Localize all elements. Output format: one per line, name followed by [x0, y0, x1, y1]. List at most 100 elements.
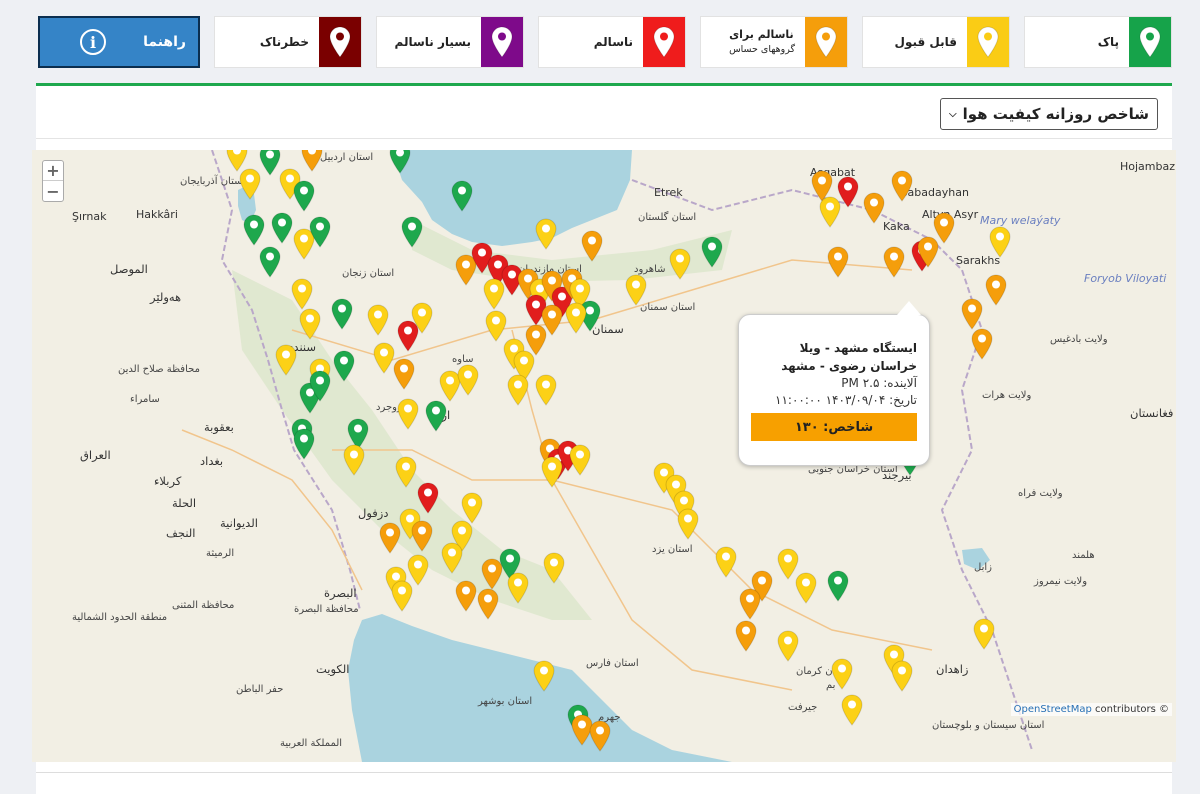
station-marker[interactable] — [275, 344, 297, 376]
station-marker[interactable] — [891, 660, 913, 692]
place-label: استان اردبیل — [320, 152, 374, 163]
station-marker[interactable] — [259, 150, 281, 176]
station-marker[interactable] — [343, 444, 365, 476]
air-quality-map[interactable]: Aşgabat Hojambaz Babadayhan Etrek Altyn Asyr… — [32, 150, 1176, 762]
station-marker[interactable] — [827, 570, 849, 602]
station-marker[interactable] — [543, 552, 565, 584]
legend-item: قابل قبول — [862, 16, 1010, 68]
station-marker[interactable] — [299, 308, 321, 340]
station-marker[interactable] — [973, 618, 995, 650]
station-marker[interactable] — [333, 350, 355, 382]
station-marker[interactable] — [677, 508, 699, 540]
station-marker[interactable] — [535, 374, 557, 406]
station-marker[interactable] — [331, 298, 353, 330]
station-marker[interactable] — [535, 218, 557, 250]
station-marker[interactable] — [259, 246, 281, 278]
station-marker[interactable] — [819, 196, 841, 228]
station-marker[interactable] — [441, 542, 463, 574]
station-marker[interactable] — [777, 630, 799, 662]
station-marker[interactable] — [533, 660, 555, 692]
osm-link[interactable]: OpenStreetMap — [1014, 704, 1092, 715]
station-marker[interactable] — [541, 456, 563, 488]
legend-item: پاک — [1024, 16, 1172, 68]
station-marker[interactable] — [715, 546, 737, 578]
station-marker[interactable] — [389, 150, 411, 174]
station-marker[interactable] — [795, 572, 817, 604]
place-label: محافظة البصرة — [294, 604, 359, 615]
station-marker[interactable] — [455, 580, 477, 612]
station-marker[interactable] — [291, 278, 313, 310]
station-marker[interactable] — [271, 212, 293, 244]
station-marker[interactable] — [457, 364, 479, 396]
station-marker[interactable] — [917, 236, 939, 268]
station-marker[interactable] — [411, 520, 433, 552]
place-label: استان بوشهر — [478, 696, 533, 707]
station-marker[interactable] — [961, 298, 983, 330]
place-label: استان زنجان — [342, 268, 395, 279]
station-marker[interactable] — [625, 274, 647, 306]
place-label: النجف — [166, 526, 196, 540]
station-marker[interactable] — [301, 150, 323, 172]
zoom-in-button[interactable]: + — [43, 161, 63, 181]
place-label: استان یزد — [652, 544, 693, 555]
station-marker[interactable] — [239, 168, 261, 200]
station-marker[interactable] — [483, 278, 505, 310]
station-marker[interactable] — [401, 216, 423, 248]
station-marker[interactable] — [379, 522, 401, 554]
attribution-text: contributors © — [1091, 704, 1169, 715]
station-marker[interactable] — [367, 304, 389, 336]
divider — [36, 138, 1172, 139]
station-marker[interactable] — [373, 342, 395, 374]
station-marker[interactable] — [569, 444, 591, 476]
station-marker[interactable] — [831, 658, 853, 690]
place-label: بغداد — [200, 454, 224, 468]
station-marker[interactable] — [391, 580, 413, 612]
station-marker[interactable] — [985, 274, 1007, 306]
legend-label: ناسالم برای گروههای حساس — [729, 17, 795, 67]
legend-label: ناسالم — [593, 35, 633, 49]
station-marker[interactable] — [841, 694, 863, 726]
station-marker[interactable] — [243, 214, 265, 246]
station-marker[interactable] — [293, 180, 315, 212]
station-marker[interactable] — [883, 246, 905, 278]
station-marker[interactable] — [293, 428, 315, 460]
station-marker[interactable] — [971, 328, 993, 360]
station-marker[interactable] — [507, 374, 529, 406]
station-marker[interactable] — [393, 358, 415, 390]
station-marker[interactable] — [397, 398, 419, 430]
place-label: Kaka — [883, 220, 910, 233]
station-marker[interactable] — [525, 324, 547, 356]
index-select[interactable]: شاخص روزانه کیفیت هوا ⌵ — [940, 98, 1158, 130]
station-marker[interactable] — [669, 248, 691, 280]
place-label: الحلة — [172, 496, 197, 510]
station-marker[interactable] — [425, 400, 447, 432]
station-marker[interactable] — [507, 572, 529, 604]
zoom-control[interactable]: + − — [42, 160, 64, 202]
station-marker[interactable] — [309, 216, 331, 248]
place-label: محافظة المثنی — [172, 600, 235, 611]
station-marker[interactable] — [735, 620, 757, 652]
station-marker[interactable] — [397, 320, 419, 352]
place-label: زابل — [974, 562, 992, 573]
station-marker[interactable] — [891, 170, 913, 202]
station-marker[interactable] — [581, 230, 603, 262]
station-marker[interactable] — [589, 720, 611, 752]
station-marker[interactable] — [309, 370, 331, 402]
zoom-out-button[interactable]: − — [43, 181, 63, 201]
place-label: ولایت نیمروز — [1034, 576, 1088, 587]
popup-pollutant: آلاینده: PM ۲.۵ — [841, 376, 917, 390]
station-marker[interactable] — [739, 588, 761, 620]
map-pin-icon — [1129, 17, 1171, 67]
place-label: حفر الباطن — [236, 684, 284, 695]
station-marker[interactable] — [827, 246, 849, 278]
station-marker[interactable] — [863, 192, 885, 224]
station-marker[interactable] — [477, 588, 499, 620]
station-marker[interactable] — [395, 456, 417, 488]
place-label: استان فارس — [586, 658, 639, 669]
station-marker[interactable] — [701, 236, 723, 268]
map-pin-icon — [805, 17, 847, 67]
station-marker[interactable] — [989, 226, 1011, 258]
station-marker[interactable] — [451, 180, 473, 212]
station-marker[interactable] — [565, 302, 587, 334]
guide-button[interactable]: i راهنما — [38, 16, 200, 68]
